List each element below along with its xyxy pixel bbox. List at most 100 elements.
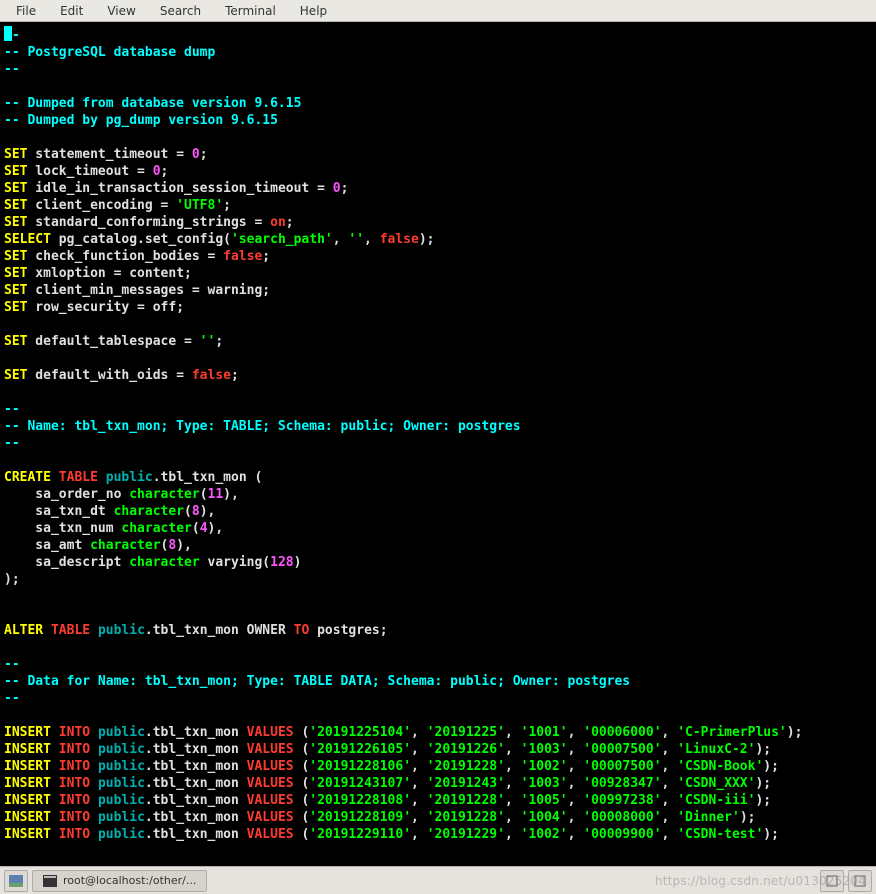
kw-false: false [192,368,231,383]
num: 128 [270,555,293,570]
txt: , [364,232,380,247]
lp: ( [200,487,208,502]
pc: ), [200,504,216,519]
kw-to: TO [294,623,310,638]
comment-dumped-by: -- Dumped by pg_dump version 9.6.15 [4,113,278,128]
task-terminal[interactable]: root@localhost:/other/... [32,870,207,892]
num: 4 [200,521,208,536]
semi: ; [161,164,169,179]
lp: ( [192,521,200,536]
num: 11 [208,487,224,502]
txt: .tbl_txn_mon ( [153,470,263,485]
col: sa_order_no [4,487,129,502]
kw-set: SET [4,300,27,315]
kw-set: SET [4,266,27,281]
col: sa_descript [4,555,129,570]
kw-set: SET [4,368,27,383]
kw-on: on [270,215,286,230]
num: 0 [192,147,200,162]
kw-character: character [121,521,191,536]
txt: , [333,232,349,247]
cursor-block [4,26,12,41]
menu-file[interactable]: File [4,2,48,20]
show-desktop-button[interactable] [4,870,28,892]
kw-false: false [223,249,262,264]
comment-dash: -- [4,691,20,706]
num: 0 [153,164,161,179]
kw-table: TABLE [59,470,98,485]
kw-set: SET [4,283,27,298]
pc: ), [208,521,224,536]
lp: ( [184,504,192,519]
num: 8 [192,504,200,519]
kw-alter: ALTER [4,623,43,638]
semi: ; [262,249,270,264]
close: ); [4,572,20,587]
kw-character: character [129,555,199,570]
txt: postgres; [309,623,387,638]
menubar: File Edit View Search Terminal Help [0,0,876,22]
kw-character: character [129,487,199,502]
semi: ; [223,198,231,213]
txt: .tbl_txn_mon OWNER [145,623,294,638]
str: 'search_path' [231,232,333,247]
txt: client_min_messages = warning; [27,283,270,298]
kw-false: false [380,232,419,247]
taskbar: root@localhost:/other/... https://blog.c… [0,866,876,894]
comment-data-for: -- Data for Name: tbl_txn_mon; Type: TAB… [4,674,630,689]
menu-terminal[interactable]: Terminal [213,2,288,20]
kw-character: character [114,504,184,519]
txt: check_function_bodies = [27,249,223,264]
col: sa_amt [4,538,90,553]
comment-dash: -- [4,62,20,77]
col: sa_txn_dt [4,504,114,519]
menu-search[interactable]: Search [148,2,213,20]
kw-create: CREATE [4,470,51,485]
comment-dumped-from: -- Dumped from database version 9.6.15 [4,96,301,111]
comment-title: -- PostgreSQL database dump [4,45,215,60]
semi: ; [231,368,239,383]
pc: ), [176,538,192,553]
menu-help[interactable]: Help [288,2,339,20]
task-terminal-label: root@localhost:/other/... [63,874,196,887]
terminal-output[interactable]: - -- PostgreSQL database dump -- -- Dump… [0,22,876,866]
kw-public: public [98,623,145,638]
kw-table: TABLE [51,623,90,638]
txt: pg_catalog.set_config( [51,232,231,247]
txt: statement_timeout = [27,147,191,162]
txt: default_tablespace = [27,334,199,349]
str: '' [200,334,216,349]
txt: client_encoding = [27,198,176,213]
txt: lock_timeout = [27,164,152,179]
pc: ), [223,487,239,502]
menu-view[interactable]: View [95,2,147,20]
insert-rows: INSERT INTO public.tbl_txn_mon VALUES ('… [4,725,802,842]
kw-public: public [106,470,153,485]
comment-line: - [12,28,20,43]
kw-set: SET [4,164,27,179]
kw-character: character [90,538,160,553]
num: 0 [333,181,341,196]
kw-set: SET [4,334,27,349]
semi: ; [341,181,349,196]
varying: varying( [200,555,270,570]
txt: xmloption = content; [27,266,191,281]
txt: idle_in_transaction_session_timeout = [27,181,332,196]
txt: default_with_oids = [27,368,191,383]
kw-set: SET [4,215,27,230]
rp: ) [294,555,302,570]
menu-edit[interactable]: Edit [48,2,95,20]
comment-dash: -- [4,436,20,451]
desktop-icon [9,875,23,887]
comment-name-tbl: -- Name: tbl_txn_mon; Type: TABLE; Schem… [4,419,521,434]
terminal-icon [43,875,57,887]
txt: ); [419,232,435,247]
kw-set: SET [4,249,27,264]
kw-set: SET [4,181,27,196]
comment-dash: -- [4,657,20,672]
watermark-text: https://blog.csdn.net/u013025204 [655,874,866,888]
kw-select: SELECT [4,232,51,247]
semi: ; [286,215,294,230]
comment-dash: -- [4,402,20,417]
txt: row_security = off; [27,300,184,315]
